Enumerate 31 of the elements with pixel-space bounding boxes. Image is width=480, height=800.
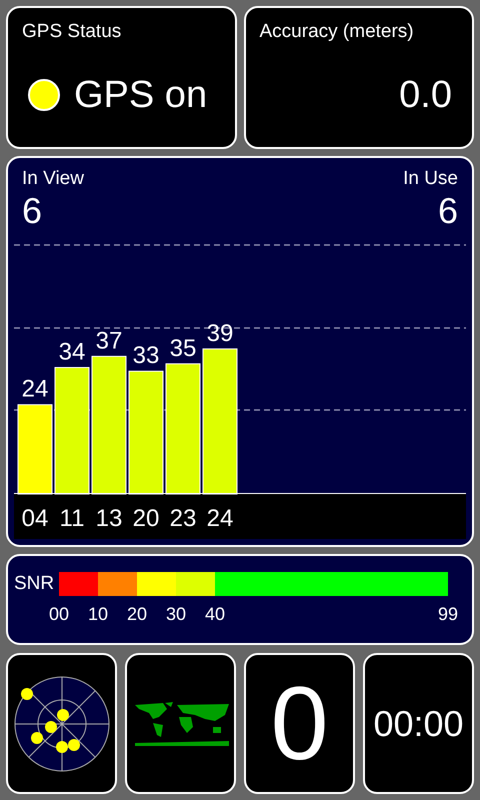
bar-value: 33 <box>132 342 160 370</box>
snr-tick-label: 10 <box>88 602 108 626</box>
snr-tick-label: 99 <box>438 602 458 626</box>
snr-label: SNR <box>14 572 56 596</box>
in-view-label: In View <box>22 167 84 191</box>
bar-value: 39 <box>206 320 234 347</box>
card-title: GPS Status <box>22 20 122 44</box>
sky-plot-tile[interactable] <box>6 653 117 794</box>
bar-value: 35 <box>170 334 196 362</box>
card-title: Accuracy (meters) <box>260 20 415 44</box>
bar-value: 24 <box>22 376 48 403</box>
timer-tile[interactable]: 00:00 <box>363 653 474 794</box>
status-value: GPS on <box>74 72 208 118</box>
world-map-tile[interactable] <box>125 653 236 794</box>
in-view-count: 6 <box>22 192 44 230</box>
satellite-id: 11 <box>60 505 84 532</box>
satellite-id: 13 <box>96 505 122 532</box>
satellite-id: 04 <box>22 505 48 532</box>
snr-tick-label: 30 <box>166 602 186 626</box>
in-use-label: In Use <box>403 167 458 191</box>
bar-value: 37 <box>96 327 122 354</box>
count-tile[interactable]: 0 <box>244 653 355 794</box>
satellite-id: 23 <box>170 505 196 532</box>
accuracy-value: 0.0 <box>399 72 452 118</box>
snr-tick-label: 40 <box>204 602 226 626</box>
bar-value: 34 <box>58 338 86 366</box>
satellite-id: 20 <box>132 505 160 532</box>
snr-tick-label: 00 <box>48 602 70 626</box>
snr-tick-label: 20 <box>126 602 148 626</box>
satellite-id: 24 <box>206 505 234 532</box>
in-use-count: 6 <box>438 192 458 230</box>
